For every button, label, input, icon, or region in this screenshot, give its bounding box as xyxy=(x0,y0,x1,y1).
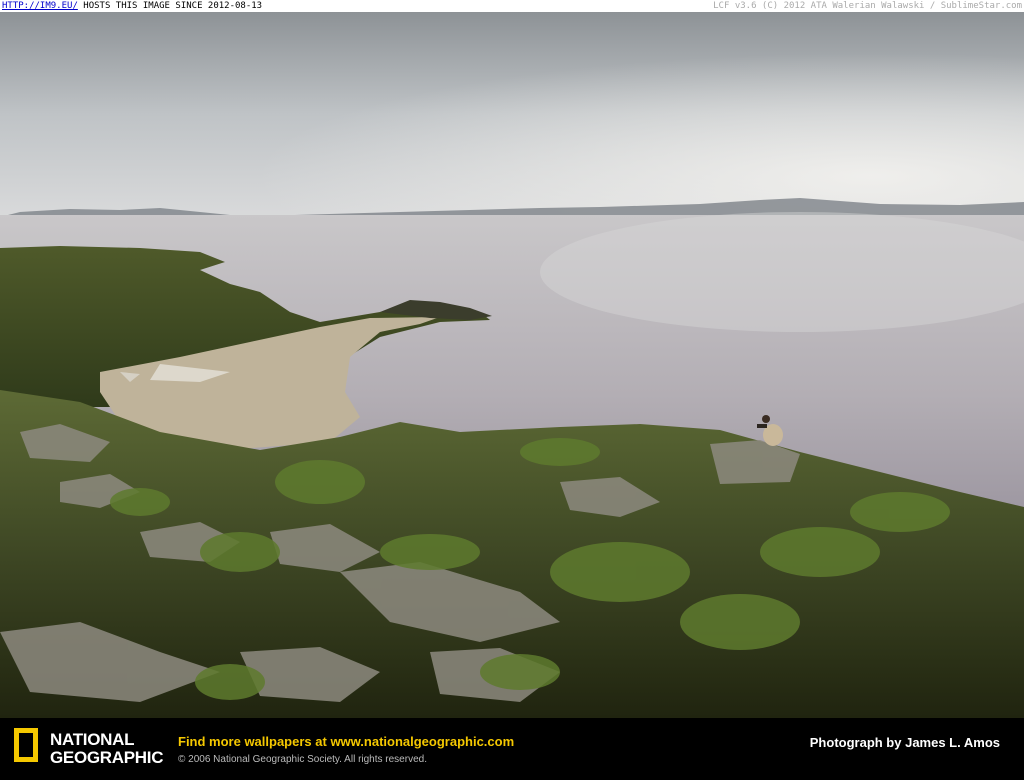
top-banner-credit: LCF v3.6 (C) 2012 ATA Walerian Walawski … xyxy=(713,1,1022,11)
landscape-photo xyxy=(0,12,1024,718)
logo-line1: NATIONAL xyxy=(50,730,135,749)
promo-prefix: Find more wallpapers at xyxy=(178,734,331,749)
nat-geo-logo-icon xyxy=(14,728,38,762)
landscape-illustration xyxy=(0,12,1024,718)
top-banner-left: HTTP://IM9.EU/ HOSTS THIS IMAGE SINCE 20… xyxy=(2,0,262,12)
logo-line2: GEOGRAPHIC xyxy=(50,748,164,767)
top-banner: HTTP://IM9.EU/ HOSTS THIS IMAGE SINCE 20… xyxy=(0,0,1024,12)
copyright-text: © 2006 National Geographic Society. All … xyxy=(178,754,427,765)
nat-geo-logo-text: NATIONAL GEOGRAPHIC xyxy=(50,731,163,767)
host-text: HOSTS THIS IMAGE SINCE 2012-08-13 xyxy=(83,1,263,11)
footer-bar: NATIONAL GEOGRAPHIC Find more wallpapers… xyxy=(0,718,1024,780)
wallpaper-promo: Find more wallpapers at www.nationalgeog… xyxy=(178,734,514,749)
promo-url[interactable]: www.nationalgeographic.com xyxy=(330,734,514,749)
photo-credit: Photograph by James L. Amos xyxy=(809,735,1000,750)
host-link[interactable]: HTTP://IM9.EU/ xyxy=(2,1,78,11)
